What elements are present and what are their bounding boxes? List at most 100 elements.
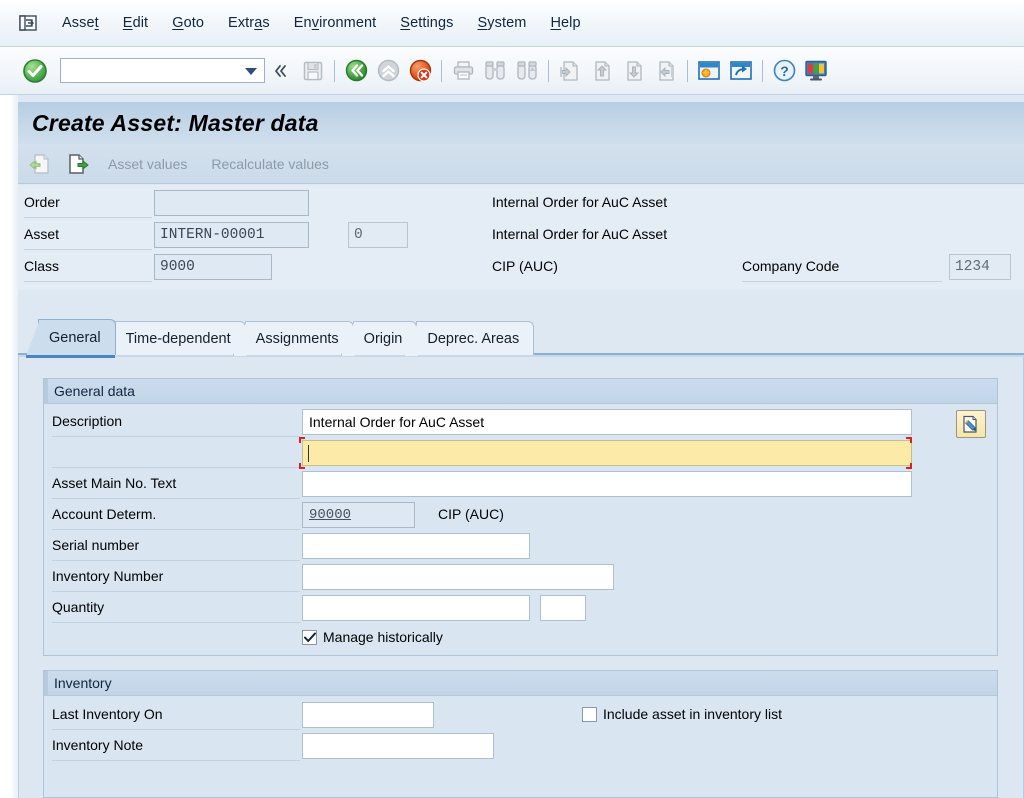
customize-layout-button[interactable]: [801, 56, 831, 86]
chevron-down-icon[interactable]: [244, 66, 258, 76]
text-caret: [308, 445, 309, 462]
description-line2-input[interactable]: [302, 440, 912, 466]
group-general-data-title: General data: [54, 383, 135, 399]
screen-title-bar: Create Asset: Master data: [18, 102, 1024, 144]
menu-item-help[interactable]: Help: [538, 12, 592, 34]
group-inventory-title: Inventory: [54, 675, 112, 691]
new-session-button[interactable]: [694, 56, 724, 86]
back-button[interactable]: [341, 56, 371, 86]
company-code-label-underline: [742, 281, 942, 282]
group-inventory-header: Inventory: [44, 671, 997, 696]
screen-content: Create Asset: Master data Asset values R…: [18, 95, 1024, 798]
group-accent-bar: [44, 671, 48, 696]
checkbox-box[interactable]: [582, 706, 597, 722]
inventory-number-separator: [52, 591, 300, 592]
find-next-button[interactable]: [512, 56, 542, 86]
cancel-button[interactable]: [405, 56, 435, 86]
header-fields: Order Internal Order for AuC Asset Asset…: [18, 185, 1024, 290]
tab-deprec-areas[interactable]: Deprec. Areas: [404, 321, 535, 356]
screen-body: Create Asset: Master data Asset values R…: [0, 95, 1024, 798]
asset-class-input[interactable]: [154, 254, 272, 280]
quantity-input[interactable]: [302, 595, 530, 621]
previous-asset-button[interactable]: [24, 149, 56, 179]
help-button[interactable]: ?: [769, 56, 799, 86]
inventory-number-label: Inventory Number: [52, 568, 164, 584]
tab-panel-general: General data Description Internal Order …: [18, 357, 1024, 798]
edit-long-text-pencil-icon: [963, 415, 977, 433]
class-description: CIP (AUC): [492, 258, 558, 274]
account-determ-label: Account Determ.: [52, 506, 157, 522]
tab-general-label: General: [49, 329, 101, 346]
manage-historically-checkbox[interactable]: Manage historically: [302, 629, 443, 645]
order-input[interactable]: [154, 190, 309, 216]
menu-item-asset[interactable]: Asset: [50, 12, 111, 34]
asset-values-button[interactable]: Asset values: [98, 152, 197, 176]
tab-list: General Time-dependent Assignments Origi…: [26, 317, 535, 358]
inventory-number-input[interactable]: [302, 564, 614, 590]
last-page-button[interactable]: [651, 56, 681, 86]
system-menu-icon[interactable]: [18, 14, 38, 32]
collapse-toolbar-button[interactable]: [266, 56, 296, 86]
menu-item-environment[interactable]: Environment: [282, 12, 389, 34]
menu-item-settings-label: Settings: [400, 15, 454, 31]
menu-item-system-label: System: [477, 15, 527, 31]
account-determ-description: CIP (AUC): [438, 506, 504, 522]
asset-subnumber-input[interactable]: [348, 222, 408, 248]
find-button[interactable]: [480, 56, 510, 86]
group-accent-bar: [44, 379, 48, 404]
command-field[interactable]: [60, 58, 265, 83]
group-general-data: General data Description Internal Order …: [43, 378, 998, 656]
row-inventory-note: Inventory Note: [44, 731, 999, 762]
previous-page-button[interactable]: [587, 56, 617, 86]
asset-number-input[interactable]: [154, 222, 309, 248]
group-general-data-header: General data: [44, 379, 997, 404]
enter-green-check-icon[interactable]: [22, 58, 48, 84]
company-code-input[interactable]: [949, 254, 1011, 280]
header-row-class: Class CIP (AUC) Company Code: [18, 253, 1024, 284]
exit-button[interactable]: [373, 56, 403, 86]
command-input[interactable]: [61, 62, 244, 79]
asset-main-no-text-input[interactable]: [302, 471, 912, 497]
tab-strip: General Time-dependent Assignments Origi…: [18, 317, 1024, 358]
manage-historically-label: Manage historically: [323, 629, 443, 645]
save-button[interactable]: [298, 56, 328, 86]
menu-item-asset-label: Asset: [62, 15, 99, 31]
menu-item-goto[interactable]: Goto: [160, 12, 216, 34]
edit-long-text-button[interactable]: [956, 410, 986, 438]
serial-number-separator: [52, 560, 300, 561]
class-label: Class: [24, 258, 60, 274]
row-last-inventory-on: Last Inventory On Include asset in inven…: [44, 700, 999, 731]
account-determ-input[interactable]: [302, 502, 415, 528]
create-shortcut-button[interactable]: [726, 56, 756, 86]
menu-item-settings[interactable]: Settings: [388, 12, 465, 34]
include-asset-checkbox[interactable]: Include asset in inventory list: [582, 706, 782, 722]
menu-item-extras-label: Extras: [228, 15, 270, 31]
recalculate-values-button[interactable]: Recalculate values: [201, 152, 339, 176]
last-inventory-on-input[interactable]: [302, 702, 434, 728]
menu-item-extras[interactable]: Extras: [216, 12, 282, 34]
inventory-note-separator: [52, 760, 300, 761]
order-description: Internal Order for AuC Asset: [492, 194, 668, 210]
company-code-label: Company Code: [742, 258, 840, 274]
menu-item-edit[interactable]: Edit: [111, 12, 160, 34]
order-label: Order: [24, 194, 60, 210]
asset-main-no-text-label: Asset Main No. Text: [52, 475, 177, 491]
serial-number-input[interactable]: [302, 533, 530, 559]
inventory-note-input[interactable]: [302, 733, 494, 759]
menu-item-help-label: Help: [550, 15, 581, 31]
print-button[interactable]: [448, 56, 478, 86]
tab-assignments[interactable]: Assignments: [232, 321, 354, 356]
row-description: Description: [44, 407, 999, 438]
description-input[interactable]: [302, 409, 912, 435]
first-page-button[interactable]: [555, 56, 585, 86]
quantity-unit-input[interactable]: [540, 595, 586, 621]
checkbox-box[interactable]: [302, 629, 317, 645]
tab-time-dependent[interactable]: Time-dependent: [102, 321, 246, 356]
row-inventory-number: Inventory Number: [44, 562, 999, 593]
asset-label-underline: [24, 249, 152, 250]
menu-item-system[interactable]: System: [465, 12, 538, 34]
svg-text:?: ?: [780, 63, 789, 79]
next-asset-button[interactable]: [62, 149, 94, 179]
tab-general[interactable]: General: [26, 319, 116, 358]
next-page-button[interactable]: [619, 56, 649, 86]
